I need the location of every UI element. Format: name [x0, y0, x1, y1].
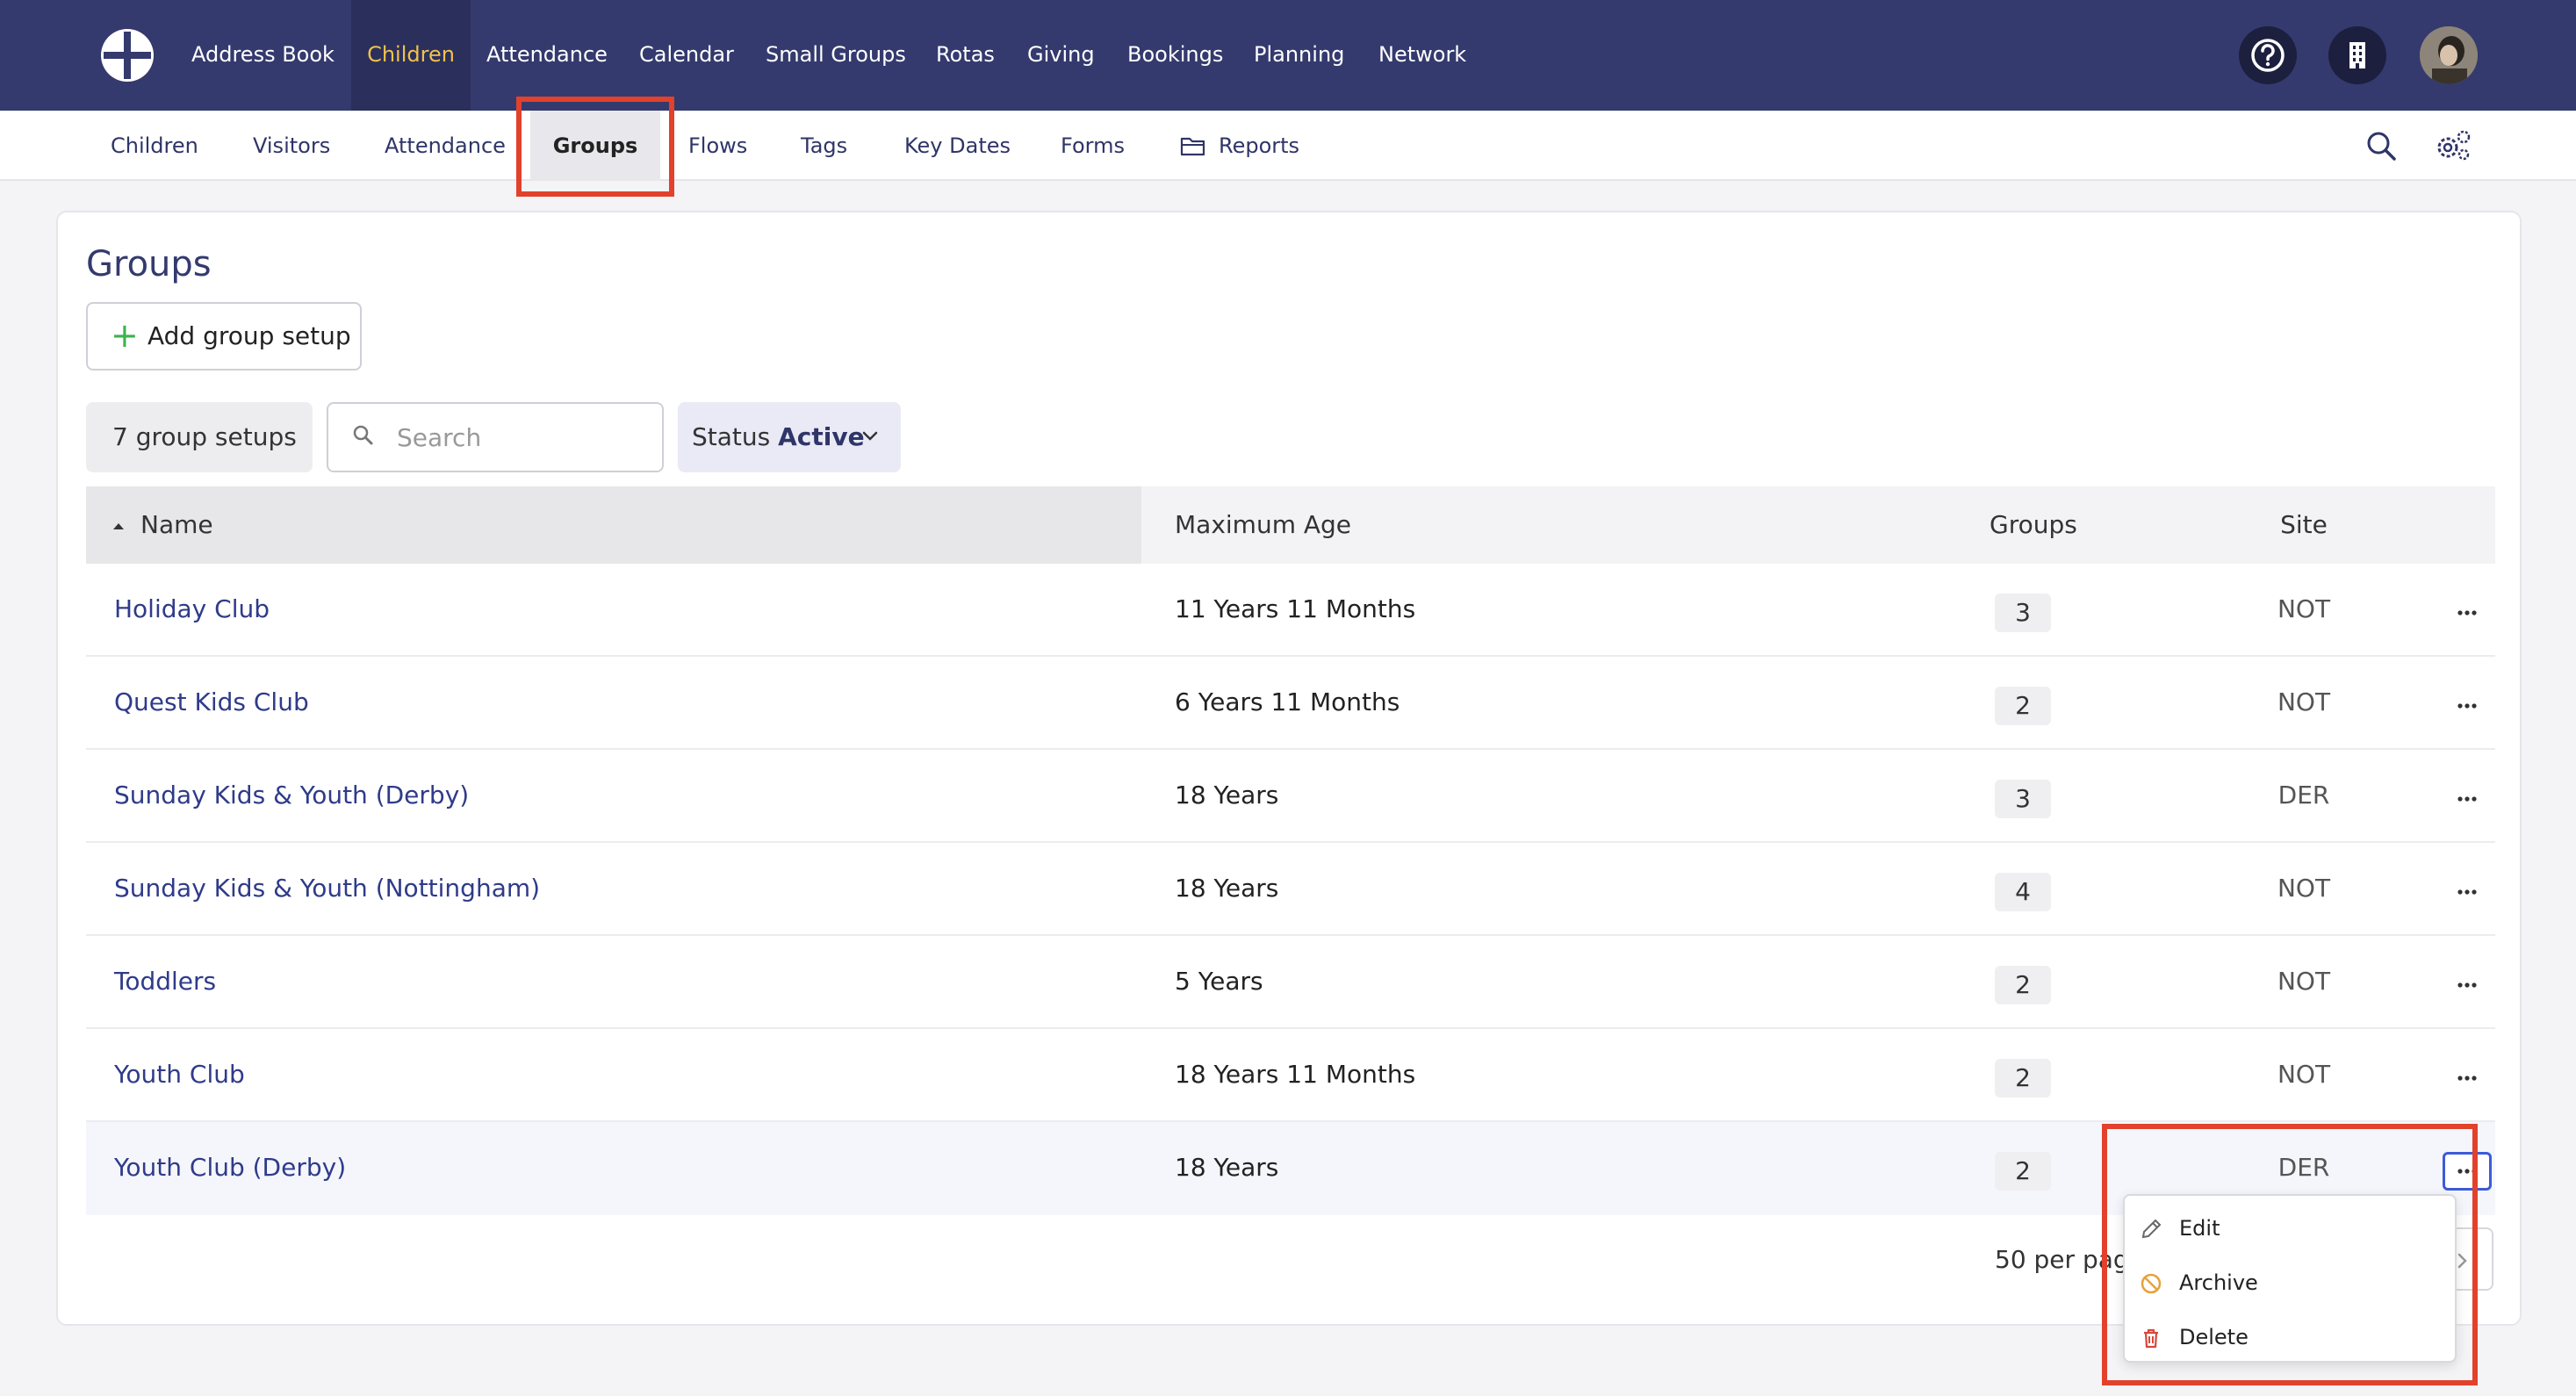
- topnav-item-calendar[interactable]: Calendar: [639, 0, 734, 111]
- topnav-item-bookings[interactable]: Bookings: [1127, 0, 1223, 111]
- max-age-cell: 18 Years: [1175, 781, 1279, 810]
- max-age-cell: 18 Years 11 Months: [1175, 1060, 1416, 1089]
- table-row: Youth Club 18 Years 11 Months 2 NOT: [86, 1029, 2495, 1122]
- more-actions-button[interactable]: [2443, 780, 2492, 818]
- more-actions-button[interactable]: [2443, 687, 2492, 725]
- subnav-item-key-dates[interactable]: Key Dates: [904, 111, 1011, 181]
- max-age-cell: 5 Years: [1175, 967, 1263, 996]
- site-cell: NOT: [2277, 967, 2331, 996]
- max-age-cell: 6 Years 11 Months: [1175, 687, 1400, 716]
- table-row: Quest Kids Club 6 Years 11 Months 2 NOT: [86, 657, 2495, 750]
- topnav-item-planning[interactable]: Planning: [1254, 0, 1344, 111]
- more-actions-button[interactable]: [2443, 966, 2492, 1004]
- add-group-setup-label: Add group setup: [148, 321, 351, 350]
- status-filter-value: Active: [778, 422, 865, 451]
- table-row: Sunday Kids & Youth (Nottingham) 18 Year…: [86, 843, 2495, 936]
- group-name-link[interactable]: Sunday Kids & Youth (Nottingham): [114, 843, 540, 934]
- sort-ascending-icon: [113, 523, 124, 529]
- magnifier-icon: [353, 425, 373, 445]
- topnav-item-rotas[interactable]: Rotas: [936, 0, 995, 111]
- group-name-link[interactable]: Toddlers: [114, 936, 216, 1027]
- more-actions-button[interactable]: [2443, 1059, 2492, 1097]
- top-navigation-bar: Address Book Children Attendance Calenda…: [0, 0, 2576, 111]
- logo-icon[interactable]: [98, 26, 156, 84]
- max-age-cell: 11 Years 11 Months: [1175, 594, 1416, 623]
- subnav-item-attendance[interactable]: Attendance: [385, 111, 506, 181]
- topnav-item-attendance[interactable]: Attendance: [486, 0, 608, 111]
- table-header: Name Maximum Age Groups Site: [86, 486, 2495, 564]
- site-cell: NOT: [2277, 874, 2331, 903]
- subnav-item-reports[interactable]: Reports: [1219, 111, 1299, 181]
- search-field[interactable]: [327, 402, 664, 472]
- ellipsis-icon: [2457, 1076, 2477, 1081]
- subnav-item-tags[interactable]: Tags: [801, 111, 847, 181]
- subnav-item-visitors[interactable]: Visitors: [253, 111, 330, 181]
- building-icon[interactable]: [2328, 26, 2386, 84]
- groups-count-badge: 3: [1995, 780, 2051, 818]
- site-cell: NOT: [2277, 1060, 2331, 1089]
- search-icon[interactable]: [2365, 130, 2397, 162]
- status-filter-dropdown[interactable]: Status Active: [678, 402, 901, 472]
- topnav-item-address-book[interactable]: Address Book: [191, 0, 335, 111]
- table-row: Toddlers 5 Years 2 NOT: [86, 936, 2495, 1029]
- group-name-link[interactable]: Holiday Club: [114, 564, 270, 655]
- max-age-cell: 18 Years: [1175, 1153, 1279, 1182]
- more-actions-button[interactable]: [2443, 594, 2492, 632]
- max-age-cell: 18 Years: [1175, 874, 1279, 903]
- chevron-down-icon: [862, 431, 878, 441]
- site-cell: NOT: [2277, 687, 2331, 716]
- group-name-link[interactable]: Youth Club (Derby): [114, 1122, 346, 1213]
- help-icon[interactable]: [2239, 26, 2297, 84]
- topnav-item-small-groups[interactable]: Small Groups: [766, 0, 906, 111]
- ellipsis-icon: [2457, 982, 2477, 988]
- groups-count-badge: 2: [1995, 1152, 2051, 1191]
- name-column-header[interactable]: Name: [86, 486, 1141, 564]
- status-filter-label: Status: [692, 422, 771, 451]
- group-name-link[interactable]: Sunday Kids & Youth (Derby): [114, 750, 469, 841]
- column-maximum-age[interactable]: Maximum Age: [1175, 486, 1351, 564]
- sub-navigation-bar: Children Visitors Attendance Groups Flow…: [0, 111, 2576, 181]
- group-name-link[interactable]: Youth Club: [114, 1029, 245, 1120]
- groups-count-badge: 3: [1995, 594, 2051, 632]
- folder-icon: [1180, 137, 1205, 156]
- table-row: Holiday Club 11 Years 11 Months 3 NOT: [86, 564, 2495, 657]
- ellipsis-icon: [2457, 889, 2477, 895]
- column-groups[interactable]: Groups: [1990, 486, 2077, 564]
- group-name-link[interactable]: Quest Kids Club: [114, 657, 309, 748]
- ellipsis-icon: [2457, 796, 2477, 802]
- search-input[interactable]: [397, 418, 651, 457]
- topnav-item-giving[interactable]: Giving: [1027, 0, 1095, 111]
- topnav-item-children[interactable]: Children: [351, 0, 471, 111]
- subnav-item-children[interactable]: Children: [111, 111, 198, 181]
- more-actions-button[interactable]: [2443, 873, 2492, 911]
- groups-tab-highlight: [516, 97, 674, 197]
- groups-count-badge: 2: [1995, 966, 2051, 1004]
- add-group-setup-button[interactable]: + Add group setup: [86, 302, 362, 371]
- topnav-item-network[interactable]: Network: [1378, 0, 1466, 111]
- groups-count-badge: 2: [1995, 687, 2051, 725]
- settings-gear-icon[interactable]: [2434, 128, 2472, 163]
- group-setups-count: 7 group setups: [86, 402, 313, 472]
- column-site[interactable]: Site: [2260, 486, 2348, 564]
- avatar[interactable]: [2420, 26, 2478, 84]
- groups-count-badge: 4: [1995, 873, 2051, 911]
- column-name-label: Name: [140, 510, 213, 539]
- page-title: Groups: [86, 244, 212, 284]
- table-row: Sunday Kids & Youth (Derby) 18 Years 3 D…: [86, 750, 2495, 843]
- ellipsis-icon: [2457, 610, 2477, 615]
- ellipsis-icon: [2457, 703, 2477, 709]
- groups-count-badge: 2: [1995, 1059, 2051, 1097]
- actions-menu-highlight: [2102, 1124, 2478, 1385]
- plus-icon: +: [111, 316, 139, 355]
- site-cell: NOT: [2277, 594, 2331, 623]
- subnav-item-flows[interactable]: Flows: [688, 111, 747, 181]
- subnav-item-forms[interactable]: Forms: [1061, 111, 1125, 181]
- site-cell: DER: [2277, 781, 2330, 810]
